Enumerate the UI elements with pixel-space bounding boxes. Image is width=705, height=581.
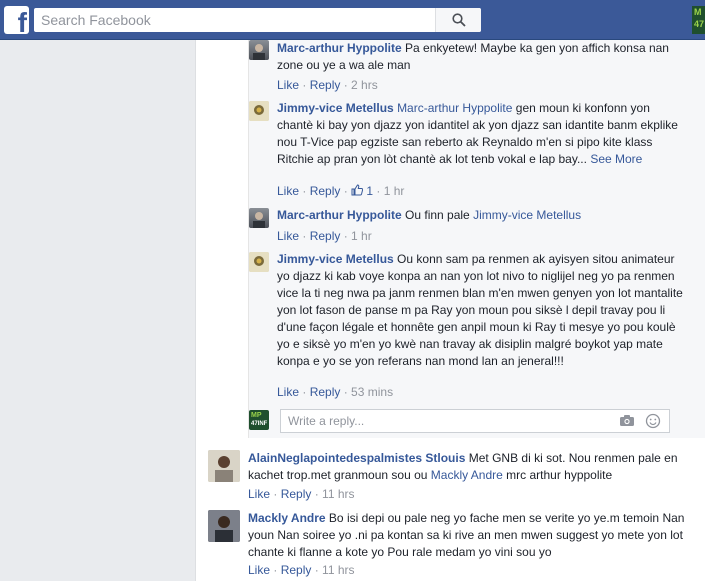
comment-text: Ou finn pale <box>401 208 474 222</box>
like-link[interactable]: Like <box>277 184 299 198</box>
reply-link[interactable]: Reply <box>310 78 341 92</box>
mention-link[interactable]: Marc-arthur Hyppolite <box>397 101 512 115</box>
facebook-logo[interactable]: f <box>4 6 29 34</box>
comment-author[interactable]: Jimmy-vice Metellus <box>277 101 394 115</box>
comment-author[interactable]: Marc-arthur Hyppolite <box>277 41 402 55</box>
comment-author[interactable]: Jimmy-vice Metellus <box>277 252 394 266</box>
reply-input[interactable] <box>281 410 601 432</box>
timestamp[interactable]: 11 hrs <box>322 563 354 577</box>
comment-body: AlainNeglapointedespalmistes Stlouis Met… <box>248 450 698 484</box>
comment-body: Marc-arthur Hyppolite Ou finn pale Jimmy… <box>277 207 687 224</box>
avatar[interactable] <box>208 510 240 542</box>
comment-actions: Like · Reply · 2 hrs <box>277 78 378 92</box>
timestamp[interactable]: 1 hr <box>384 184 405 198</box>
like-link[interactable]: Like <box>248 563 270 577</box>
timestamp[interactable]: 1 hr <box>351 229 372 243</box>
reply-link[interactable]: Reply <box>310 184 341 198</box>
reply-link[interactable]: Reply <box>281 487 312 501</box>
reply-link[interactable]: Reply <box>281 563 312 577</box>
timestamp[interactable]: 11 hrs <box>322 487 354 501</box>
like-link[interactable]: Like <box>277 385 299 399</box>
see-more-link[interactable]: See More <box>590 152 642 166</box>
timestamp[interactable]: 53 mins <box>351 385 393 399</box>
comment-text: Ou konn sam pa renmen ak ayisyen sitou a… <box>277 252 683 368</box>
search-input[interactable] <box>34 8 444 32</box>
comment-actions: Like · Reply · 1 · 1 hr <box>277 184 405 198</box>
search-bar <box>34 8 481 32</box>
avatar[interactable] <box>249 40 269 60</box>
current-user-avatar: MP 47INF <box>249 410 269 430</box>
avatar[interactable] <box>249 252 269 272</box>
like-link[interactable]: Like <box>248 487 270 501</box>
reply-link[interactable]: Reply <box>310 385 341 399</box>
avatar[interactable] <box>208 450 240 482</box>
page-thumbnail[interactable]: M 47 <box>692 6 705 34</box>
top-navigation-bar: f M 47 <box>0 0 705 40</box>
search-button[interactable] <box>435 8 481 32</box>
reply-link[interactable]: Reply <box>310 229 341 243</box>
comment-author[interactable]: Mackly Andre <box>248 511 326 525</box>
avatar[interactable] <box>249 101 269 121</box>
search-icon <box>452 13 466 27</box>
reply-composer <box>280 409 670 433</box>
mention-link[interactable]: Mackly Andre <box>431 468 503 482</box>
comment-author[interactable]: AlainNeglapointedespalmistes Stlouis <box>248 451 465 465</box>
like-link[interactable]: Like <box>277 229 299 243</box>
comment-text: mrc arthur hyppolite <box>502 468 613 482</box>
mention-link[interactable]: Jimmy-vice Metellus <box>473 208 581 222</box>
like-link[interactable]: Like <box>277 78 299 92</box>
thumbs-up-icon <box>351 184 364 196</box>
comment-body: Mackly Andre Bo isi depi ou pale neg yo … <box>248 510 698 561</box>
timestamp[interactable]: 2 hrs <box>351 78 378 92</box>
comment-actions: Like · Reply · 11 hrs <box>248 487 355 501</box>
comment-body: Jimmy-vice Metellus Ou konn sam pa renme… <box>277 251 687 370</box>
comment-author[interactable]: Marc-arthur Hyppolite <box>277 208 402 222</box>
comment-actions: Like · Reply · 11 hrs <box>248 563 355 577</box>
camera-icon[interactable] <box>619 414 635 427</box>
comment-actions: Like · Reply · 53 mins <box>277 385 394 399</box>
reaction-count[interactable]: 1 <box>351 184 373 198</box>
emoji-icon[interactable] <box>645 413 661 429</box>
comment-body: Marc-arthur Hyppolite Pa enkyetew! Maybe… <box>277 40 687 74</box>
comment-body: Jimmy-vice Metellus Marc-arthur Hyppolit… <box>277 100 687 168</box>
avatar[interactable] <box>249 208 269 228</box>
comments-panel: Marc-arthur Hyppolite Pa enkyetew! Maybe… <box>195 40 705 581</box>
comment-actions: Like · Reply · 1 hr <box>277 229 372 243</box>
